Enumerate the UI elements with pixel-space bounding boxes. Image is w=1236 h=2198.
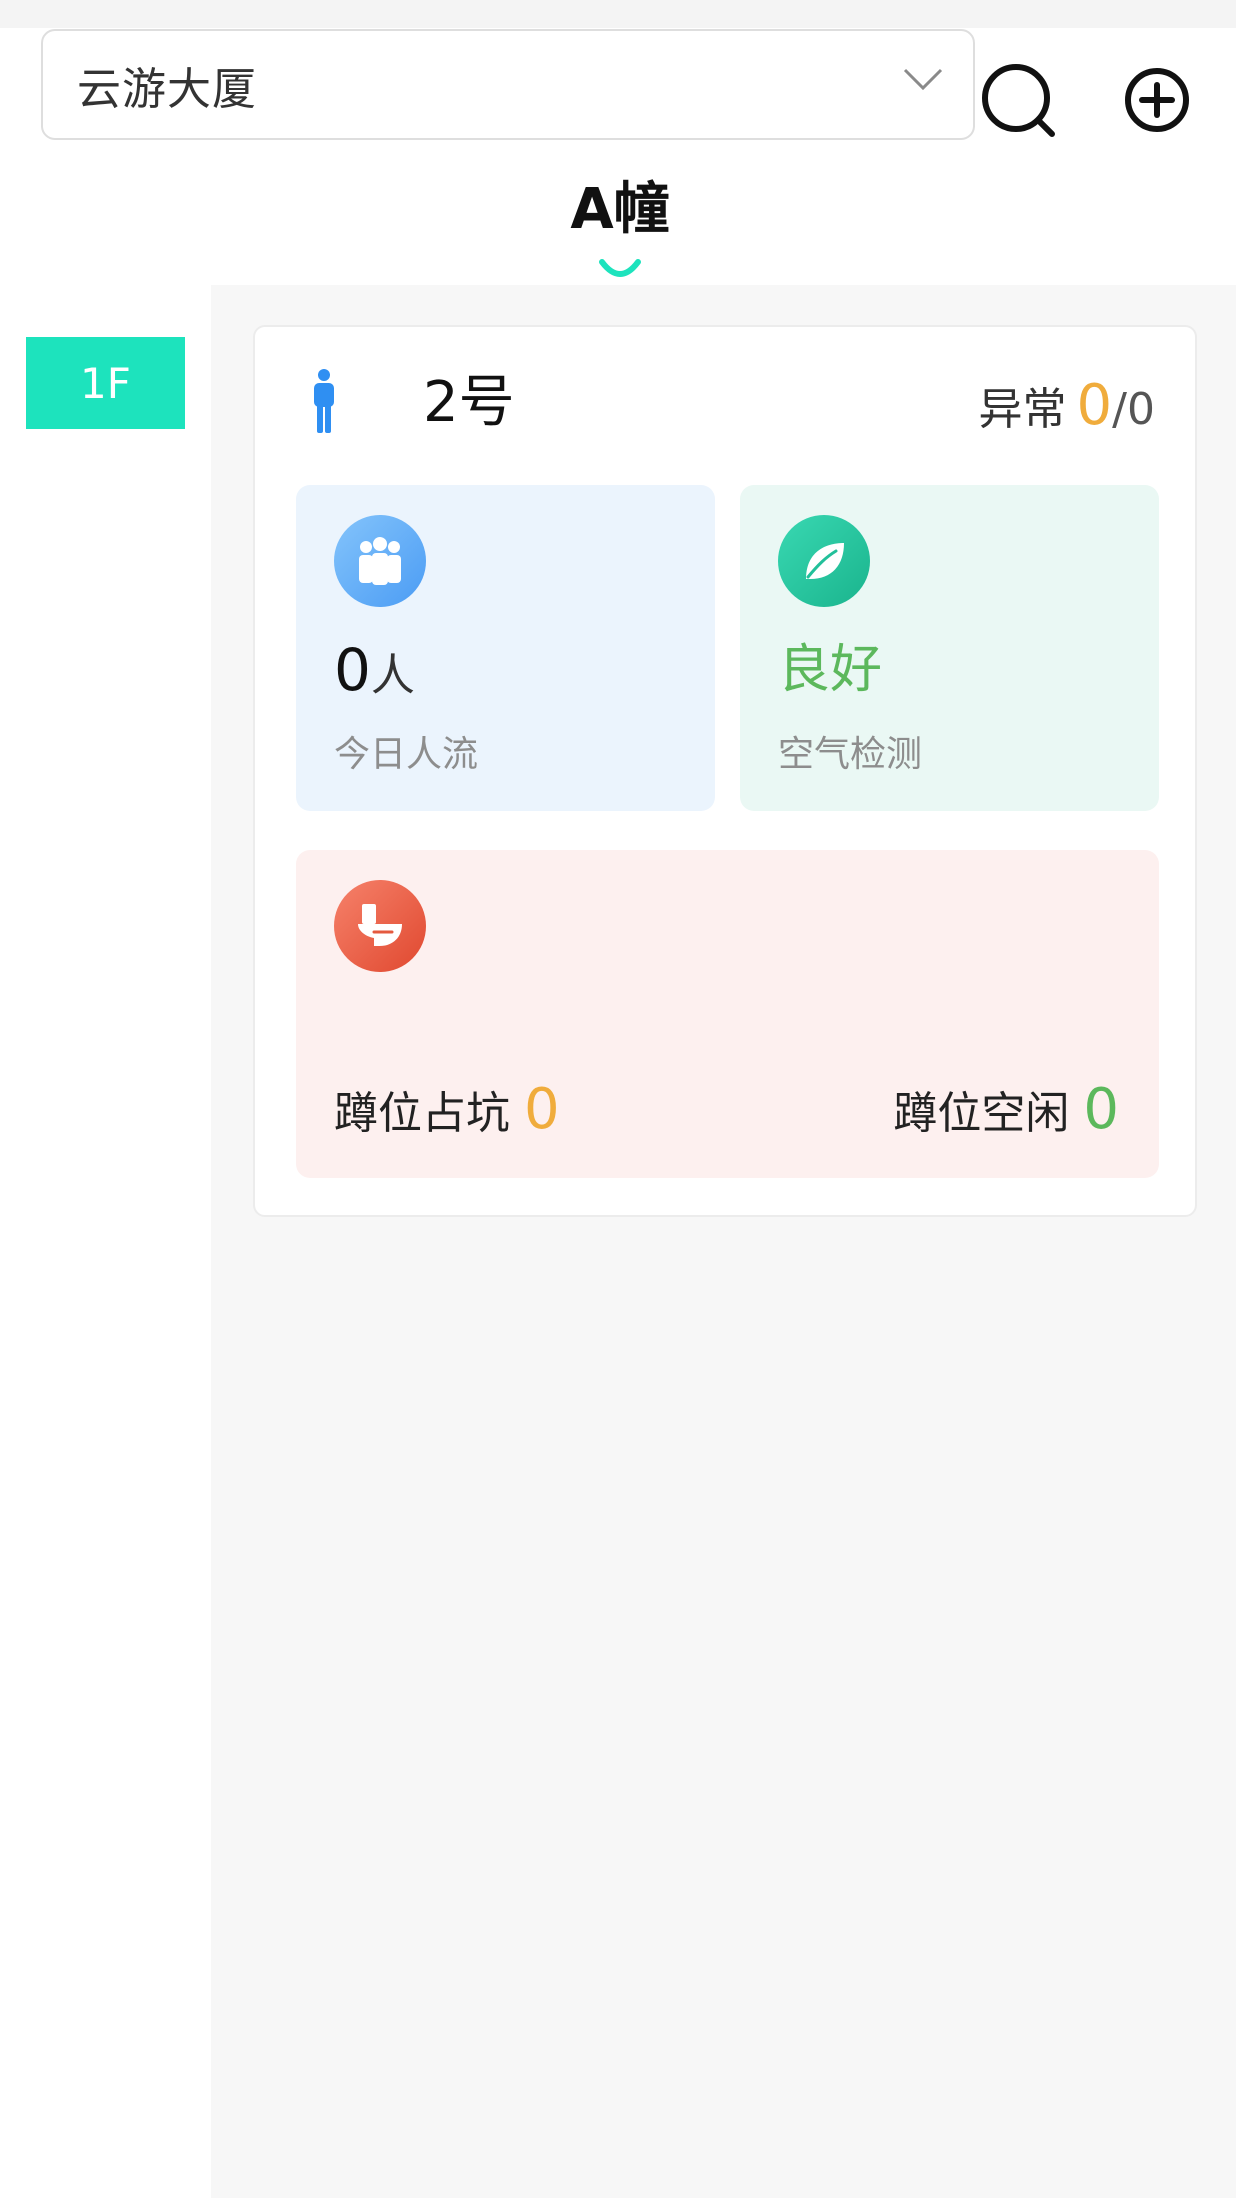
building-tabs: A幢: [0, 160, 1236, 285]
building-selector-value: 云游大厦: [77, 63, 257, 115]
stall-occupied-label: 蹲位占坑: [334, 1088, 510, 1139]
device-name: 2号: [423, 370, 515, 435]
main-content: 2号 异常 0/0 0人 今日人流 良好 空气检测 蹲位占坑 0 蹲位空闲 0: [211, 285, 1236, 2198]
abnormal-status: 异常 0/0: [979, 371, 1155, 454]
toilet-icon: [334, 880, 426, 972]
stall-occupied: 蹲位占坑 0: [334, 1072, 560, 1161]
tab-label: A幢: [570, 177, 670, 242]
abnormal-total: /0: [1112, 384, 1155, 435]
status-bar: [0, 0, 1236, 28]
stall-free-count: 0: [1083, 1077, 1119, 1142]
chevron-down-icon: [903, 68, 943, 91]
people-flow-count: 0: [334, 636, 371, 704]
search-icon[interactable]: [976, 60, 1060, 144]
device-card[interactable]: 2号 异常 0/0 0人 今日人流 良好 空气检测 蹲位占坑 0 蹲位空闲 0: [253, 325, 1197, 1217]
abnormal-count: 0: [1076, 373, 1113, 438]
add-icon[interactable]: [1117, 60, 1201, 144]
air-quality-value: 良好: [778, 640, 883, 700]
air-quality-value-row: 良好: [778, 635, 882, 717]
people-flow-value: 0人: [334, 635, 415, 720]
people-group-icon: [334, 515, 426, 607]
people-flow-card[interactable]: 0人 今日人流: [296, 485, 715, 811]
people-flow-unit: 人: [370, 650, 415, 701]
air-quality-label: 空气检测: [778, 734, 923, 775]
sidebar-item-1f[interactable]: 1F: [26, 337, 185, 429]
abnormal-label: 异常: [978, 384, 1067, 435]
stall-free-label: 蹲位空闲: [893, 1088, 1070, 1139]
leaf-icon: [778, 515, 870, 607]
tab-building-a[interactable]: A幢: [520, 160, 720, 277]
floor-sidebar: 1F: [0, 285, 211, 2198]
active-tab-indicator: [599, 259, 641, 277]
male-person-icon: [314, 369, 334, 433]
air-quality-card[interactable]: 良好 空气检测: [740, 485, 1159, 811]
stall-occupied-count: 0: [524, 1077, 560, 1142]
stall-status-card[interactable]: 蹲位占坑 0 蹲位空闲 0: [296, 850, 1159, 1178]
building-selector[interactable]: 云游大厦: [41, 29, 975, 140]
people-flow-label: 今日人流: [334, 734, 479, 775]
stall-free: 蹲位空闲 0: [893, 1072, 1119, 1161]
